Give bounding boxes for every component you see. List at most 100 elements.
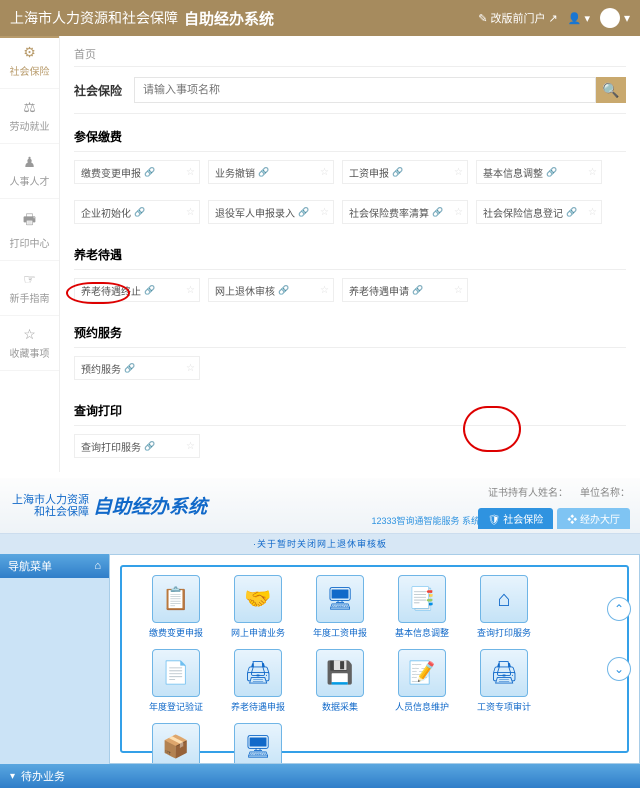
tile-icon: 💾 (316, 649, 364, 697)
unit-label: 单位名称： (580, 484, 630, 499)
bottom-app: 上海市人力资源 和社会保障 自助经办系统 证书持有人姓名： 单位名称： 1233… (0, 478, 640, 788)
service-card[interactable]: 养老待遇终止🔗☆ (74, 278, 200, 302)
tile-label: 工资专项审计 (468, 700, 540, 713)
star-icon[interactable]: ☆ (454, 167, 463, 178)
tile-icon: 🖨 (480, 649, 528, 697)
nav-icon: ♟ (4, 154, 55, 171)
tile[interactable]: ⌂查询打印服务 (468, 575, 540, 639)
user-icon: 👤 (568, 12, 582, 25)
service-card[interactable]: 预约服务🔗☆ (74, 356, 200, 380)
search-button[interactable]: 🔍 (596, 77, 626, 103)
tile-label: 网上申请业务 (222, 626, 294, 639)
service-card[interactable]: 退役军人申报录入🔗☆ (208, 200, 334, 224)
card-label: 社会保险费率清算 (349, 205, 429, 220)
breadcrumb[interactable]: 首页 (74, 42, 626, 67)
notice-bar[interactable]: ·关于暂时关闭网上退休审核板 (0, 534, 640, 554)
nav-item-4[interactable]: ☞新手指南 (0, 261, 59, 316)
tile[interactable]: 📋缴费变更申报 (140, 575, 212, 639)
sidebar-header[interactable]: 导航菜单 ⌂ (0, 554, 109, 578)
tile[interactable]: 🖨 养老待遇申报 (222, 649, 294, 713)
link-icon: 🔗 (298, 207, 309, 218)
card-label: 业务撤销 (215, 165, 255, 180)
link-icon: 🔗 (278, 285, 289, 296)
star-icon[interactable]: ☆ (588, 207, 597, 218)
star-icon[interactable]: ☆ (186, 167, 195, 178)
service-card[interactable]: 缴费变更申报🔗☆ (74, 160, 200, 184)
card-row: 查询打印服务🔗 ☆ (74, 426, 626, 466)
link-icon: 🔗 (144, 441, 155, 452)
search-input[interactable] (134, 77, 596, 103)
bottom-footer[interactable]: ▾ 待办业务 (0, 764, 640, 788)
tile[interactable]: 🖨 工资专项审计 (468, 649, 540, 713)
bottom-logo-text: 上海市人力资源 和社会保障 (12, 494, 89, 518)
link-icon: 🔗 (392, 167, 403, 178)
star-icon[interactable]: ☆ (320, 207, 329, 218)
tile-icon: 📝 (398, 649, 446, 697)
link-icon: 🔗 (144, 285, 155, 296)
star-icon[interactable]: ☆ (186, 441, 195, 452)
tile-label: 养老待遇申报 (222, 700, 294, 713)
home-icon[interactable]: ⌂ (94, 560, 101, 572)
nav-item-5[interactable]: ☆收藏事项 (0, 316, 59, 371)
dropdown-icon: ▾ (584, 12, 590, 25)
service-card[interactable]: 业务撤销🔗☆ (208, 160, 334, 184)
scroll-down-button[interactable]: ⌄ (607, 657, 631, 681)
tile[interactable]: 🖥预约服务 (222, 723, 294, 764)
card-label: 工资申报 (349, 165, 389, 180)
star-icon[interactable]: ☆ (320, 285, 329, 296)
avatar-dropdown-icon[interactable]: ▾ (624, 11, 630, 25)
service-card[interactable]: 养老待遇申请🔗☆ (342, 278, 468, 302)
edit-portal-label: 改版前门户 (491, 10, 546, 26)
card-label: 查询打印服务 (81, 439, 141, 454)
link-icon: 🔗 (432, 207, 443, 218)
nav-item-2[interactable]: ♟人事人才 (0, 144, 59, 199)
star-icon[interactable]: ☆ (454, 285, 463, 296)
tile[interactable]: 🖥年度工资申报 (304, 575, 376, 639)
scroll-up-button[interactable]: ⌃ (607, 597, 631, 621)
tile-icon: 🖨 (234, 649, 282, 697)
star-icon[interactable]: ☆ (320, 167, 329, 178)
sidebar-title: 导航菜单 (8, 558, 52, 574)
card-label: 缴费变更申报 (81, 165, 141, 180)
helpline-link[interactable]: 12333智询通智能服务 系统 (371, 514, 480, 527)
edit-portal-link[interactable]: ✎ 改版前门户 ↗ (478, 10, 557, 26)
service-card[interactable]: 社会保险费率清算🔗 ☆ (342, 200, 468, 224)
link-icon: 🔗 (546, 167, 557, 178)
service-card[interactable]: 基本信息调整🔗☆ (476, 160, 602, 184)
tile[interactable]: 📦批量申报 (140, 723, 212, 764)
pill-social-insurance[interactable]: 🛡 社会保险 (478, 508, 553, 529)
tile[interactable]: 📑基本信息调整 (386, 575, 458, 639)
nav-icon: ☆ (4, 326, 55, 343)
service-card[interactable]: 企业初始化🔗☆ (74, 200, 200, 224)
service-card[interactable]: 查询打印服务🔗 ☆ (74, 434, 200, 458)
tile[interactable]: 🤝网上申请业务 (222, 575, 294, 639)
left-nav: ⚙社会保险⚖劳动就业♟人事人才🖶打印中心☞新手指南☆收藏事项 (0, 36, 60, 472)
star-icon[interactable]: ☆ (186, 207, 195, 218)
card-label: 预约服务 (81, 361, 121, 376)
tile-icon: 📋 (152, 575, 200, 623)
tile[interactable]: 📄年度登记验证 (140, 649, 212, 713)
star-icon[interactable]: ☆ (454, 207, 463, 218)
nav-item-3[interactable]: 🖶打印中心 (0, 199, 59, 261)
edit-icon: ✎ (478, 12, 487, 25)
tile[interactable]: 💾数据采集 (304, 649, 376, 713)
header-pills: 🛡 社会保险 ❖ 经办大厅 (478, 508, 630, 529)
service-card[interactable]: 社会保险信息登记🔗☆ (476, 200, 602, 224)
tile[interactable]: 📝人员信息维护 (386, 649, 458, 713)
star-icon[interactable]: ☆ (186, 363, 195, 374)
link-icon: 🔗 (134, 207, 145, 218)
main-panel: 首页 社会保险 🔍 参保缴费缴费变更申报🔗☆业务撤销🔗☆工资申报🔗☆基本信息调整… (60, 36, 640, 472)
card-label: 社会保险信息登记 (483, 205, 563, 220)
star-icon[interactable]: ☆ (588, 167, 597, 178)
pill-service-hall[interactable]: ❖ 经办大厅 (557, 508, 630, 529)
nav-item-1[interactable]: ⚖劳动就业 (0, 89, 59, 144)
card-row: 预约服务🔗☆ (74, 348, 626, 388)
service-card[interactable]: 网上退休审核🔗☆ (208, 278, 334, 302)
avatar[interactable] (600, 8, 620, 28)
user-menu[interactable]: 👤 ▾ (568, 12, 590, 25)
service-card[interactable]: 工资申报🔗 ☆ (342, 160, 468, 184)
header-title-2: 自助经办系统 (184, 8, 274, 29)
search-row: 社会保险 🔍 (74, 67, 626, 114)
nav-item-0[interactable]: ⚙社会保险 (0, 36, 59, 89)
star-icon[interactable]: ☆ (186, 285, 195, 296)
